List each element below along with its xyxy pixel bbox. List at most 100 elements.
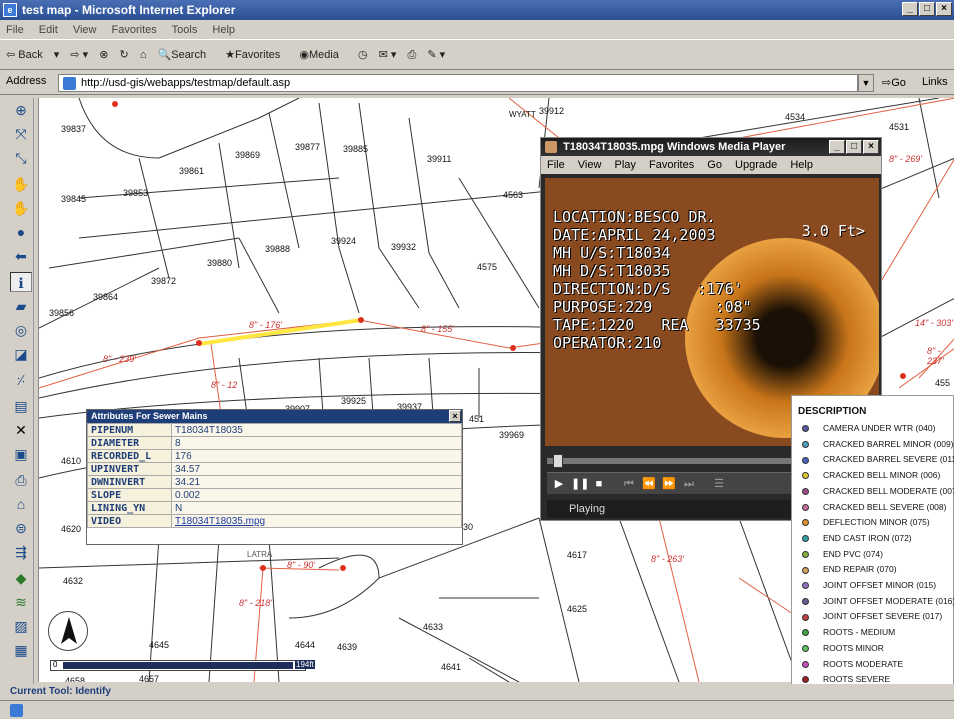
forward-button[interactable]: ⇨ ▾: [70, 49, 88, 61]
legend-item: CRACKED BELL MINOR (006): [802, 470, 940, 480]
measure-icon[interactable]: ◪: [10, 344, 32, 364]
address-input[interactable]: http://usd-gis/webapps/testmap/default.a…: [58, 74, 858, 92]
back-button[interactable]: ⇦ Back ▾: [6, 49, 59, 61]
media-button[interactable]: ◉Media: [299, 49, 347, 61]
select-icon[interactable]: ▰: [10, 296, 32, 316]
fast-forward-icon[interactable]: ⏩: [661, 476, 677, 492]
print-browser-icon[interactable]: ⎙: [408, 49, 417, 61]
links-button[interactable]: Links: [922, 76, 948, 88]
playlist-icon[interactable]: ☰: [711, 476, 727, 492]
close-button[interactable]: ×: [936, 2, 952, 16]
table-row: DWNINVERT 34.21: [87, 475, 462, 489]
menu-file[interactable]: File: [6, 24, 24, 36]
layers-icon[interactable]: ▤: [10, 396, 32, 416]
stack-icon[interactable]: ≋: [10, 592, 32, 612]
player-menu-file[interactable]: File: [547, 159, 565, 171]
buffer-icon[interactable]: ⇶: [10, 542, 32, 562]
video-link[interactable]: T18034T18035.mpg: [171, 514, 462, 528]
maximize-button[interactable]: □: [919, 2, 935, 16]
table-row: RECORDED_L 176: [87, 449, 462, 463]
minimize-button[interactable]: _: [902, 2, 918, 16]
overview-icon[interactable]: ◎: [10, 320, 32, 340]
ie-app-icon: e: [3, 3, 17, 17]
player-menu-go[interactable]: Go: [707, 159, 722, 171]
parcel-label: 4657: [139, 674, 160, 682]
media-player-title-bar: T18034T18035.mpg Windows Media Player _ …: [541, 138, 881, 156]
parcel-label: 4610: [61, 456, 82, 466]
image-icon[interactable]: ▨: [10, 616, 32, 636]
refresh-icon[interactable]: ↻: [120, 49, 129, 61]
stop-icon[interactable]: ⊗: [99, 49, 108, 61]
player-menu-play[interactable]: Play: [615, 159, 636, 171]
ruler-icon[interactable]: ⸓: [10, 370, 32, 390]
menu-edit[interactable]: Edit: [39, 24, 58, 36]
seek-handle[interactable]: [553, 454, 563, 468]
pan-hand-icon[interactable]: ✋: [10, 198, 32, 218]
table-icon[interactable]: ▦: [10, 640, 32, 660]
parcel-label: 39912: [539, 106, 565, 116]
scale-end: 194ft: [295, 660, 315, 669]
legend-dot-icon: [802, 488, 809, 496]
legend-dot-icon: [802, 550, 809, 558]
zoom-in-icon[interactable]: ⊕: [10, 100, 32, 120]
player-minimize-button[interactable]: _: [829, 140, 845, 154]
legend-item: ROOTS SEVERE: [802, 674, 890, 684]
zoom-out-extent-icon[interactable]: ⤡: [10, 148, 32, 168]
legend-item: CRACKED BELL SEVERE (008): [802, 502, 946, 512]
next-icon[interactable]: ⏭: [681, 476, 697, 492]
parcel-label: 30: [463, 522, 474, 532]
previous-icon[interactable]: ⏮: [621, 476, 637, 492]
menu-help[interactable]: Help: [212, 24, 235, 36]
attributes-header: Attributes For Sewer Mains ×: [87, 410, 462, 423]
pause-icon[interactable]: ❚❚: [571, 476, 589, 492]
overlay-icon[interactable]: ◆: [10, 568, 32, 588]
legend-dot-icon: [802, 440, 809, 448]
legend-dot-icon: [802, 676, 809, 684]
back-label: Back: [18, 49, 43, 61]
parcel-label: 4658: [65, 676, 86, 682]
player-maximize-button[interactable]: □: [846, 140, 862, 154]
overlay-line: DIRECTION:D/S :176': [553, 280, 743, 298]
legend-item: END REPAIR (070): [802, 564, 897, 574]
go-button[interactable]: ⇨Go: [882, 76, 906, 89]
edit-icon[interactable]: ✎ ▾: [427, 49, 445, 61]
mail-icon[interactable]: ✉ ▾: [379, 49, 397, 61]
pipe-label: 8" - 239': [103, 354, 136, 364]
clear-icon[interactable]: ✕: [10, 420, 32, 440]
favorites-label: Favorites: [235, 49, 281, 61]
address-dropdown-icon[interactable]: ▼: [858, 74, 874, 92]
menu-tools[interactable]: Tools: [172, 24, 198, 36]
globe-icon[interactable]: ●: [10, 222, 32, 242]
back-arrow-icon[interactable]: ⬅: [10, 246, 32, 266]
player-close-button[interactable]: ×: [863, 140, 879, 154]
pipe-label: 8" - 176': [249, 320, 282, 330]
player-menu-upgrade[interactable]: Upgrade: [735, 159, 777, 171]
player-menu-favorites[interactable]: Favorites: [649, 159, 694, 171]
legend-item: DEFLECTION MINOR (075): [802, 517, 930, 527]
menu-favorites[interactable]: Favorites: [112, 24, 157, 36]
pan-icon[interactable]: ✋: [10, 174, 32, 194]
attributes-close-button[interactable]: ×: [449, 410, 461, 422]
parcel-label: 39869: [235, 150, 261, 160]
identify-icon[interactable]: ℹ: [10, 272, 32, 292]
menu-view[interactable]: View: [73, 24, 97, 36]
history-icon[interactable]: ◷: [358, 49, 368, 61]
zoom-extent-icon[interactable]: ⤧: [10, 124, 32, 144]
legend-label: END REPAIR (070): [823, 564, 897, 575]
legend-dot-icon: [802, 503, 809, 511]
legend-icon[interactable]: ▣: [10, 444, 32, 464]
play-icon[interactable]: ▶: [551, 476, 567, 492]
legend-dot-icon: [802, 472, 809, 480]
rewind-icon[interactable]: ⏪: [641, 476, 657, 492]
print-icon[interactable]: ⎙: [10, 470, 32, 490]
favorites-button[interactable]: ★Favorites: [225, 49, 288, 61]
street-label: LATRA: [247, 550, 273, 559]
pipe-label: 8" - 269': [889, 154, 922, 164]
stop-player-icon[interactable]: ■: [591, 476, 607, 492]
home-icon[interactable]: ⌂: [10, 494, 32, 514]
player-menu-help[interactable]: Help: [790, 159, 813, 171]
query-icon[interactable]: ⊜: [10, 518, 32, 538]
search-button[interactable]: 🔍Search: [158, 49, 215, 61]
player-menu-view[interactable]: View: [578, 159, 602, 171]
home-browser-icon[interactable]: ⌂: [140, 49, 147, 61]
